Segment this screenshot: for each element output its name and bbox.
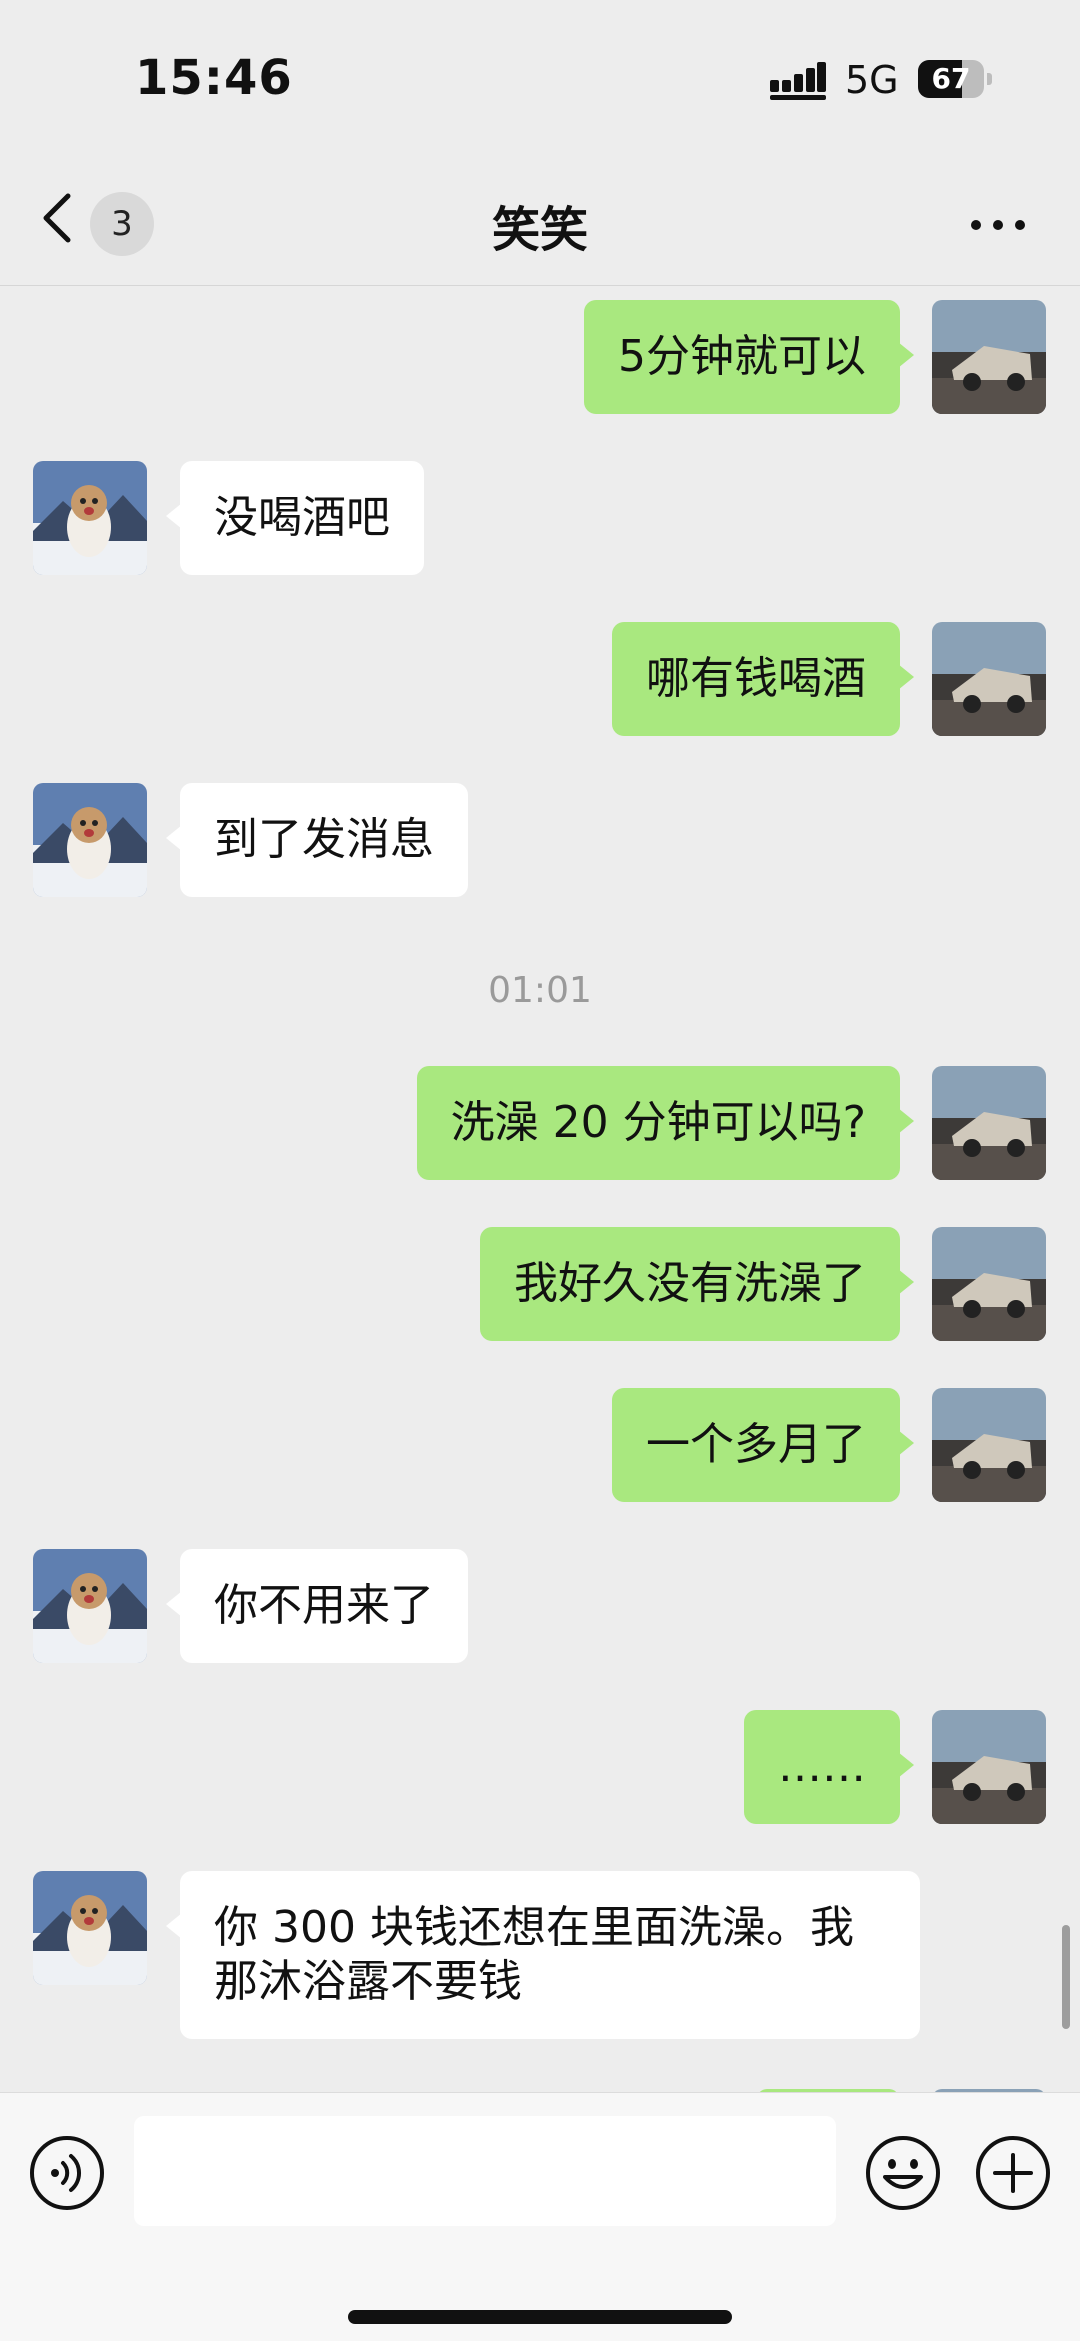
message-bubble[interactable]: 洗澡 20 分钟可以吗?: [416, 1066, 915, 1180]
nav-bar: 3 笑笑: [0, 150, 1080, 286]
chat-title: 笑笑: [491, 202, 588, 258]
message-bubble[interactable]: 到了发消息: [166, 783, 468, 897]
more-dots-icon[interactable]: [968, 210, 1028, 240]
message-timestamp: 01:01: [488, 970, 592, 1011]
voice-icon[interactable]: [29, 2135, 105, 2211]
chat-screen: 15:46 5G 67 3 笑笑 5分钟就可以 没喝酒吧 哪有钱喝酒 到了发消息…: [0, 0, 1080, 2341]
message-bubble[interactable]: 哪有钱喝酒: [612, 622, 914, 736]
message-bubble[interactable]: ……: [744, 1710, 914, 1824]
my-avatar[interactable]: [932, 622, 1046, 736]
signal-icon: [770, 62, 826, 100]
my-avatar[interactable]: [932, 1066, 1046, 1180]
my-avatar[interactable]: [932, 1710, 1046, 1824]
home-indicator[interactable]: [348, 2310, 732, 2324]
battery-icon: 67: [918, 60, 992, 98]
battery-level: 67: [931, 62, 971, 95]
contact-avatar[interactable]: [33, 461, 147, 575]
message-input[interactable]: [134, 2116, 836, 2226]
message-list[interactable]: 5分钟就可以 没喝酒吧 哪有钱喝酒 到了发消息 01:01 洗澡 20 分钟可以…: [0, 287, 1080, 2092]
message-bubble[interactable]: 我好久没有洗澡了: [480, 1227, 914, 1341]
contact-avatar[interactable]: [33, 1871, 147, 1985]
message-bubble[interactable]: 没喝酒吧: [166, 461, 424, 575]
network-label: 5G: [845, 58, 899, 102]
plus-icon[interactable]: [975, 2135, 1051, 2211]
message-bubble[interactable]: 5分钟就可以: [584, 300, 914, 414]
status-time: 15:46: [135, 50, 293, 106]
contact-avatar[interactable]: [33, 1549, 147, 1663]
scrollbar[interactable]: [1062, 1925, 1070, 2029]
emoji-icon[interactable]: [865, 2135, 941, 2211]
my-avatar[interactable]: [932, 300, 1046, 414]
contact-avatar[interactable]: [33, 783, 147, 897]
my-avatar[interactable]: [932, 1227, 1046, 1341]
input-bar: [0, 2092, 1080, 2341]
my-avatar[interactable]: [932, 1388, 1046, 1502]
message-bubble[interactable]: 一个多月了: [612, 1388, 914, 1502]
message-bubble[interactable]: 你 300 块钱还想在里面洗澡。我那沐浴露不要钱: [166, 1871, 920, 2039]
message-bubble[interactable]: 你不用来了: [166, 1549, 468, 1663]
status-bar: 15:46 5G 67: [0, 0, 1080, 150]
